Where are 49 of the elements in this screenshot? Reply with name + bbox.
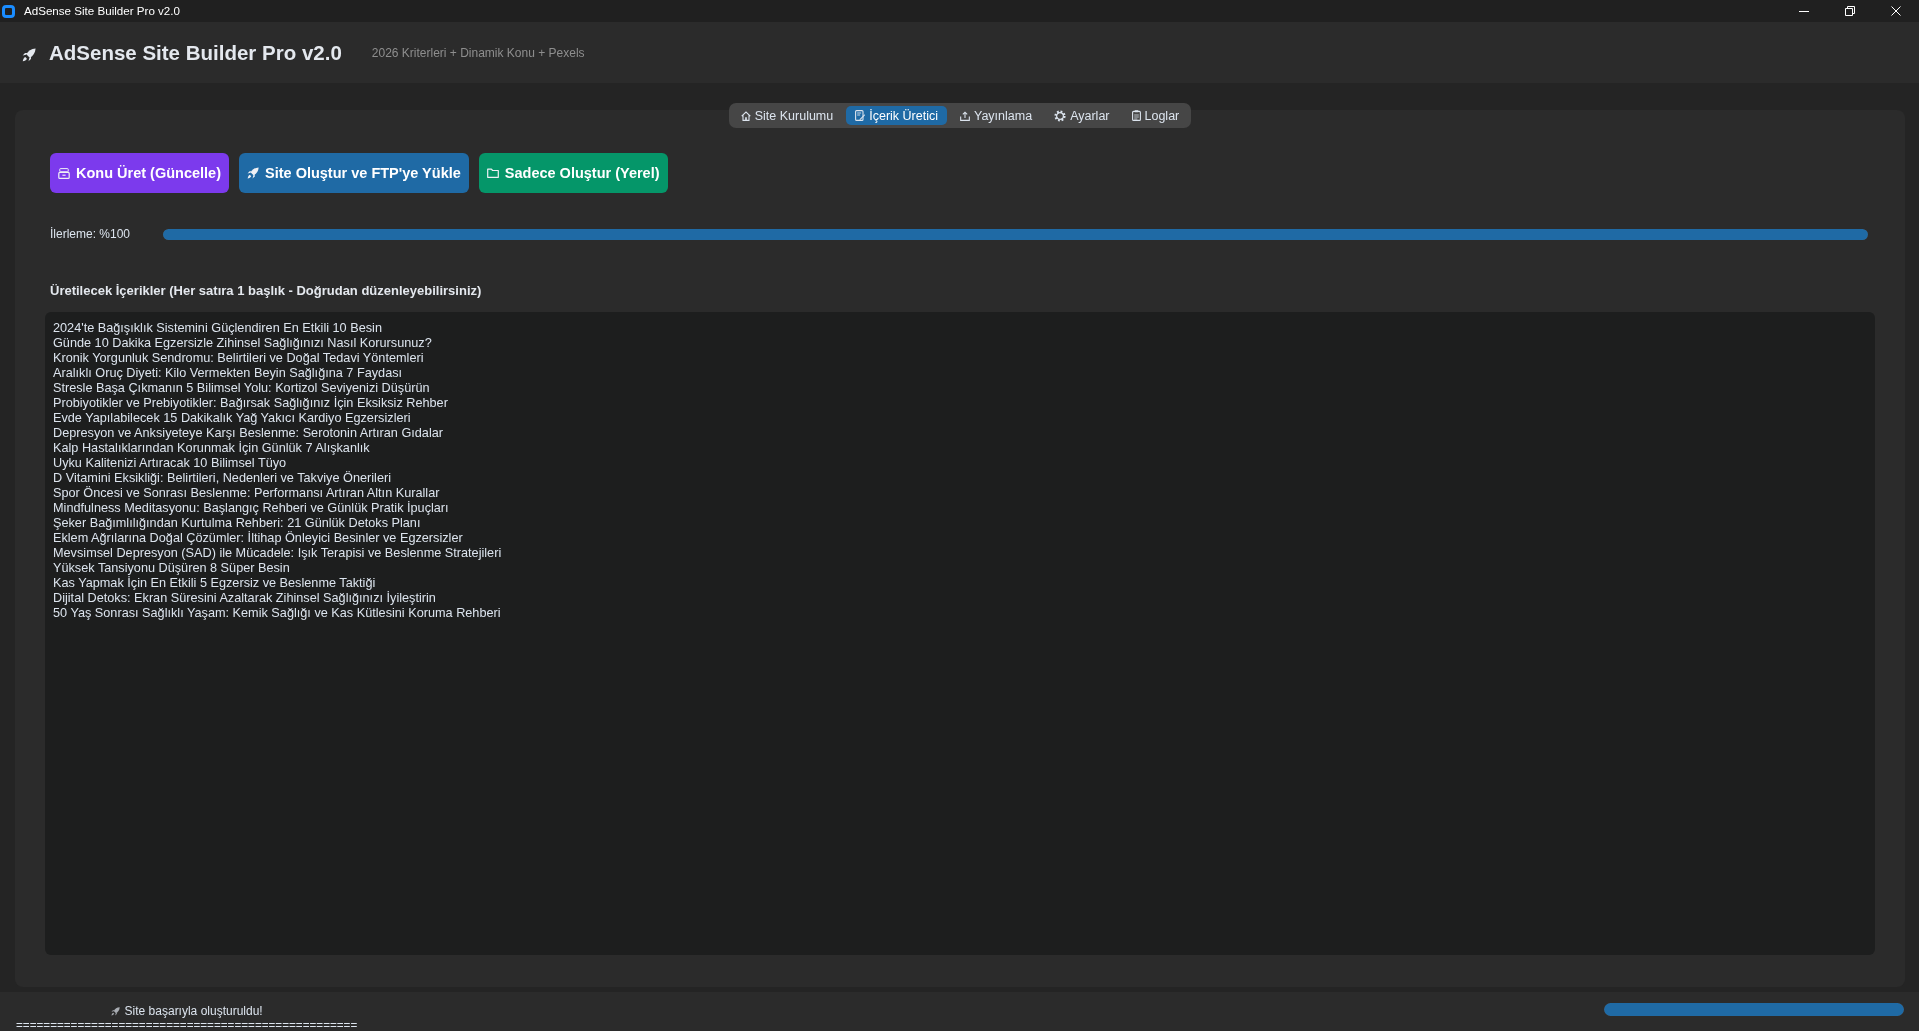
topic-line: Şeker Bağımlılığından Kurtulma Rehberi: 21 Günlük Detoks Planı: [53, 516, 421, 531]
minimize-icon: [1799, 10, 1809, 12]
app-logo-icon: [2, 4, 15, 18]
action-button[interactable]: Sadece Oluştur (Yerel): [478, 153, 668, 193]
topic-line: Mindfulness Meditasyonu: Başlangıç Rehberi ve Günlük Pratik İpuçları: [53, 501, 449, 516]
topic-line: Kronik Yorgunluk Sendromu: Belirtileri ve Doğal Tedavi Yöntemleri: [53, 351, 424, 366]
section-label: Üretilecek İçerikler (Her satıra 1 başlık - Doğrudan düzenleyebilirsiniz): [50, 283, 482, 299]
restore-icon: [1845, 6, 1855, 16]
folder-icon: [486, 168, 499, 178]
topic-line: Aralıklı Oruç Diyeti: Kilo Vermekten Beyin Sağlığına 7 Faydası: [53, 366, 403, 381]
clipboard-icon: [1131, 110, 1141, 121]
page-pencil-icon: [855, 110, 866, 121]
topic-line: Günde 10 Dakika Egzersizle Zihinsel Sağlığınızı Nasıl Korursunuz?: [53, 336, 432, 351]
status-message: Site başarıyla oluşturuldu!: [124, 1005, 263, 1018]
topic-line: D Vitamini Eksikliği: Belirtileri, Nedenleri ve Takviye Önerileri: [53, 471, 391, 486]
topic-line: Dijital Detoks: Ekran Süresini Azaltarak Zihinsel Sağlığınızı İyileştirin: [53, 591, 436, 606]
topic-line: Stresle Başa Çıkmanın 5 Bilimsel Yolu: Kortizol Seviyenizi Düşürün: [53, 381, 430, 395]
tab[interactable]: Ayarlar: [1045, 106, 1119, 125]
gear-icon: [1054, 109, 1067, 122]
tab[interactable]: Yayınlama: [951, 106, 1042, 125]
topic-line: Spor Öncesi ve Sonrası Beslenme: Performansı Artıran Altın Kurallar: [53, 486, 440, 501]
topic-line: Uyku Kalitenizi Artıracak 10 Bilimsel Tüyo: [53, 456, 287, 471]
topic-line: Kas Yapmak İçin En Etkili 5 Egzersiz ve Beslenme Taktiği: [53, 576, 376, 591]
topic-line: 50 Yaş Sonrası Sağlıklı Yaşam: Kemik Sağlığı ve Kas Kütlesini Koruma Rehberi: [53, 606, 501, 621]
topic-line: Depresyon ve Anksiyeteye Karşı Beslenme: Serotonin Artıran Gıdalar: [53, 426, 443, 441]
log-separator-text: ==================================================: [16, 1018, 358, 1031]
close-icon: [1891, 6, 1901, 16]
action-button[interactable]: Konu Üret (Güncelle): [50, 153, 229, 193]
window-title: AdSense Site Builder Pro v2.0: [24, 4, 180, 18]
topic-line: 2024'te Bağışıklık Sistemini Güçlendiren En Etkili 10 Besin: [53, 321, 382, 336]
topic-line: Kalp Hastalıklarından Korunmak İçin Günlük 7 Alışkanlık: [53, 441, 370, 456]
file-box-icon: [58, 167, 70, 179]
topic-line: Eklem Ağrılarına Doğal Çözümler: İltihap Önleyici Besinler ve Egzersizler: [53, 531, 463, 546]
tray-arrow-icon: [960, 110, 970, 121]
tab[interactable]: Loglar: [1122, 106, 1189, 125]
topic-line: Yüksek Tansiyonu Düşüren 8 Süper Besin: [53, 561, 290, 575]
action-button[interactable]: Site Oluştur ve FTP'ye Yükle: [239, 153, 469, 193]
app-title: AdSense Site Builder Pro v2.0: [49, 40, 342, 65]
rocket-icon: [110, 1007, 120, 1016]
rocket-icon: [247, 167, 259, 179]
topic-line: Mevsimsel Depresyon (SAD) ile Mücadele: Işık Terapisi ve Beslenme Stratejileri: [53, 546, 502, 561]
house-icon: [740, 110, 751, 121]
topic-line: Evde Yapılabilecek 15 Dakikalık Yağ Yakıcı Kardiyo Egzersizleri: [53, 411, 411, 426]
rocket-icon: [22, 47, 36, 62]
progress-label: İlerleme: %100: [50, 227, 131, 241]
tab[interactable]: Site Kurulumu: [731, 106, 843, 125]
tab[interactable]: İçerik Üretici: [846, 106, 947, 125]
topic-line: Probiyotikler ve Prebiyotikler: Bağırsak Sağlığınız İçin Eksiksiz Rehber: [53, 396, 448, 411]
app-subtitle: 2026 Kriterleri + Dinamik Konu + Pexels: [371, 46, 585, 60]
